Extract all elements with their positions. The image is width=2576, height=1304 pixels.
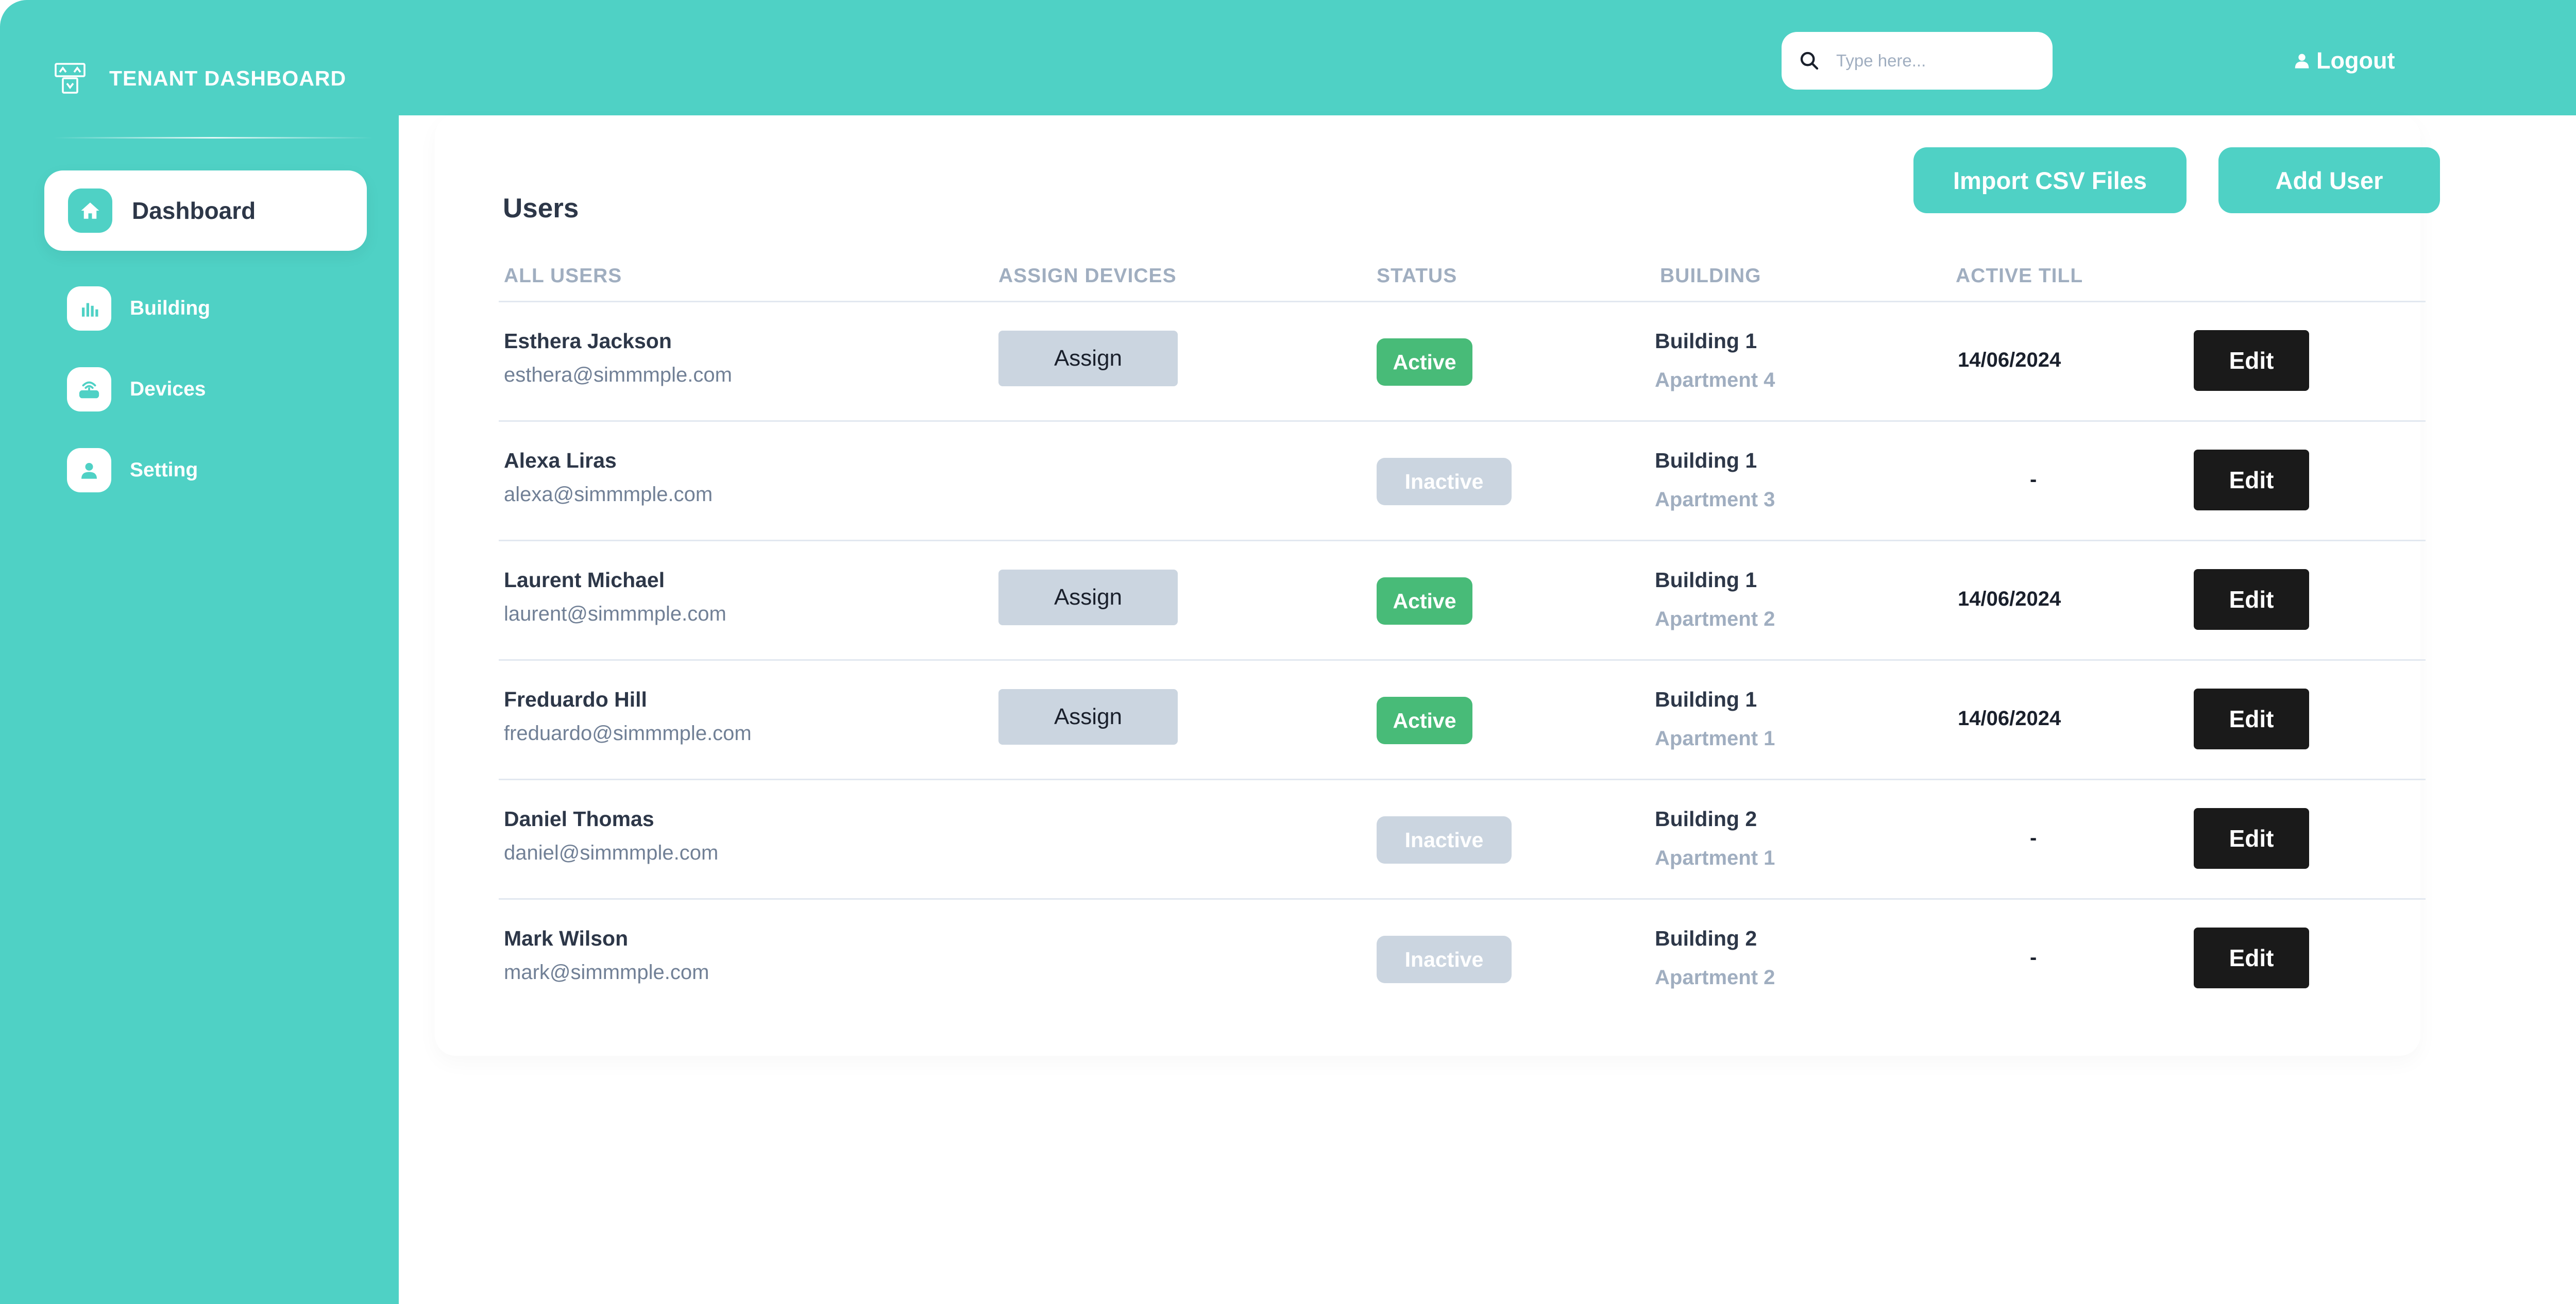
brand: TENANT DASHBOARD (54, 62, 346, 95)
edit-button[interactable]: Edit (2194, 808, 2309, 869)
building-cell: Building 1 Apartment 2 (1655, 568, 1775, 631)
column-header-assign-devices: ASSIGN DEVICES (998, 265, 1177, 287)
user-name: Esthera Jackson (504, 329, 672, 353)
apartment-name: Apartment 2 (1655, 608, 1775, 630)
app-window: TENANT DASHBOARD Dashboard Building Devi… (0, 0, 2576, 1304)
sidebar-item-devices[interactable]: Devices (67, 367, 206, 411)
search-box[interactable] (1782, 32, 2053, 90)
edit-button[interactable]: Edit (2194, 689, 2309, 749)
edit-button[interactable]: Edit (2194, 330, 2309, 391)
active-till-date: 14/06/2024 (1958, 707, 2061, 730)
import-csv-button[interactable]: Import CSV Files (1913, 147, 2187, 213)
status-badge: Active (1377, 338, 1472, 386)
status-badge: Active (1377, 577, 1472, 625)
status-badge: Inactive (1377, 936, 1512, 983)
user-icon (2295, 54, 2309, 68)
table-row: Laurent Michael laurent@simmmple.com Ass… (499, 541, 2426, 661)
user-name: Mark Wilson (504, 926, 629, 950)
table-header: ALL USERS ASSIGN DEVICES STATUS BUILDING… (499, 261, 2426, 302)
sidebar-item-label: Devices (130, 378, 206, 400)
table-row: Freduardo Hill freduardo@simmmple.com As… (499, 661, 2426, 780)
building-name: Building 1 (1655, 449, 1757, 472)
assign-button[interactable]: Assign (998, 689, 1178, 745)
sidebar-item-label: Building (130, 297, 210, 319)
column-header-active-till: ACTIVE TILL (1956, 265, 2083, 287)
building-cell: Building 1 Apartment 4 (1655, 329, 1775, 392)
active-till-date: 14/06/2024 (1958, 588, 2061, 610)
sidebar: TENANT DASHBOARD Dashboard Building Devi… (0, 0, 399, 1304)
edit-button[interactable]: Edit (2194, 928, 2309, 988)
user-name: Laurent Michael (504, 568, 665, 592)
tenant-logo-icon (55, 63, 86, 94)
building-name: Building 1 (1655, 329, 1757, 353)
user-name: Daniel Thomas (504, 807, 654, 831)
user-cell: Mark Wilson mark@simmmple.com (504, 926, 709, 984)
building-cell: Building 1 Apartment 3 (1655, 449, 1775, 511)
apartment-name: Apartment 4 (1655, 369, 1775, 391)
edit-button[interactable]: Edit (2194, 569, 2309, 630)
apartment-name: Apartment 1 (1655, 727, 1775, 750)
sidebar-item-label: Setting (130, 459, 198, 481)
column-header-all-users: ALL USERS (504, 265, 622, 287)
table-row: Mark Wilson mark@simmmple.com Inactive B… (499, 900, 2426, 1018)
sidebar-divider (54, 137, 373, 139)
users-card: Users Import CSV Files Add User ALL USER… (435, 115, 2440, 1056)
user-cell: Daniel Thomas daniel@simmmple.com (504, 807, 718, 865)
table-row: Daniel Thomas daniel@simmmple.com Inacti… (499, 780, 2426, 900)
sidebar-item-setting[interactable]: Setting (67, 448, 198, 492)
brand-title: TENANT DASHBOARD (109, 66, 347, 90)
main-panel: Users Import CSV Files Add User ALL USER… (399, 115, 2576, 1304)
user-cell: Esthera Jackson esthera@simmmple.com (504, 329, 732, 387)
building-cell: Building 2 Apartment 1 (1655, 807, 1775, 870)
user-name: Freduardo Hill (504, 688, 647, 711)
user-email: mark@simmmple.com (504, 961, 709, 984)
add-user-button[interactable]: Add User (2218, 147, 2440, 213)
logout-button[interactable]: Logout (2294, 43, 2395, 78)
sidebar-item-dashboard[interactable]: Dashboard (44, 170, 367, 251)
user-name: Alexa Liras (504, 449, 617, 472)
sidebar-item-building[interactable]: Building (67, 286, 210, 331)
building-name: Building 1 (1655, 568, 1757, 592)
apartment-name: Apartment 2 (1655, 966, 1775, 989)
active-till-date: 14/06/2024 (1958, 349, 2061, 371)
user-cell: Freduardo Hill freduardo@simmmple.com (504, 688, 752, 745)
apartment-name: Apartment 3 (1655, 488, 1775, 511)
column-header-building: BUILDING (1660, 265, 1761, 287)
apartment-name: Apartment 1 (1655, 847, 1775, 869)
status-badge: Inactive (1377, 816, 1512, 864)
status-badge: Inactive (1377, 458, 1512, 505)
person-icon (67, 448, 111, 492)
status-badge: Active (1377, 697, 1472, 744)
user-cell: Laurent Michael laurent@simmmple.com (504, 568, 726, 626)
search-icon (1800, 52, 1819, 70)
active-till-date: - (2030, 468, 2037, 491)
user-email: freduardo@simmmple.com (504, 722, 752, 745)
logout-label: Logout (2316, 47, 2395, 74)
building-name: Building 2 (1655, 926, 1757, 950)
building-cell: Building 2 Apartment 2 (1655, 926, 1775, 989)
table-row: Esthera Jackson esthera@simmmple.com Ass… (499, 302, 2426, 422)
sidebar-item-label: Dashboard (132, 197, 256, 224)
building-name: Building 1 (1655, 688, 1757, 711)
building-name: Building 2 (1655, 807, 1757, 831)
router-icon (67, 367, 111, 411)
assign-button[interactable]: Assign (998, 570, 1178, 625)
user-email: alexa@simmmple.com (504, 483, 713, 506)
active-till-date: - (2030, 827, 2037, 849)
active-till-date: - (2030, 946, 2037, 969)
users-table: ALL USERS ASSIGN DEVICES STATUS BUILDING… (499, 261, 2426, 1018)
user-email: daniel@simmmple.com (504, 842, 719, 864)
user-email: esthera@simmmple.com (504, 364, 732, 386)
home-icon (68, 188, 112, 233)
table-row: Alexa Liras alexa@simmmple.com Inactive … (499, 422, 2426, 541)
building-cell: Building 1 Apartment 1 (1655, 688, 1775, 750)
column-header-status: STATUS (1377, 265, 1458, 287)
search-input[interactable] (1835, 50, 2043, 71)
bar-chart-icon (67, 286, 111, 331)
assign-button[interactable]: Assign (998, 331, 1178, 386)
user-email: laurent@simmmple.com (504, 603, 726, 625)
edit-button[interactable]: Edit (2194, 450, 2309, 510)
user-cell: Alexa Liras alexa@simmmple.com (504, 449, 713, 506)
page-title: Users (503, 193, 579, 224)
